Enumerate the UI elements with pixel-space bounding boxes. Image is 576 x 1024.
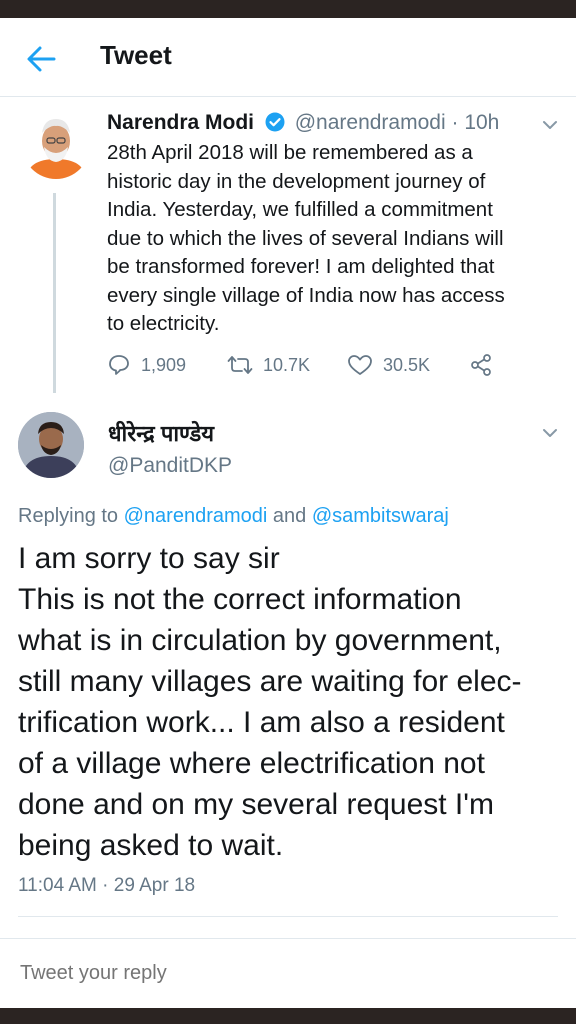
tweet-text-line: due to which the lives of several Indian… xyxy=(107,226,504,250)
tweet-text-line: historic day in the development journey … xyxy=(107,169,486,193)
author-handle[interactable]: @narendramodi xyxy=(295,111,446,134)
reply-input[interactable] xyxy=(18,961,562,986)
reply-icon xyxy=(109,355,129,375)
retweet-icon xyxy=(227,356,253,374)
tweet-text-line: This is not the correct information xyxy=(18,583,462,616)
thread-line xyxy=(53,193,56,393)
tweet-timestamp[interactable]: 11:04 AM · 29 Apr 18 xyxy=(18,875,195,897)
mention-link[interactable]: @narendramodi xyxy=(124,505,268,527)
parent-tweet[interactable]: Narendra Modi @narendramodi · 10h 28th A… xyxy=(0,97,576,397)
navigation-bar xyxy=(0,1008,576,1024)
page-title: Tweet xyxy=(100,40,172,70)
like-action[interactable]: 30.5K xyxy=(347,353,430,377)
tweet-text-line: India. Yesterday, we fulfilled a commitm… xyxy=(107,198,493,221)
avatar[interactable] xyxy=(22,111,90,179)
avatar[interactable] xyxy=(18,412,84,478)
replying-prefix: Replying to xyxy=(18,505,124,527)
tweet-text-line: trification work... I am also a resident xyxy=(18,706,505,739)
tweet-text: 28th April 2018 will be remembered as a … xyxy=(107,139,552,339)
tweet-text-line: what is in circulation by government, xyxy=(18,624,502,657)
share-icon xyxy=(471,354,491,376)
tweet-text-line: of a village where electrification not xyxy=(18,747,485,780)
reply-count: 1,909 xyxy=(141,354,187,375)
chevron-down-icon[interactable] xyxy=(542,427,558,439)
chevron-down-icon[interactable] xyxy=(542,119,558,131)
tweet-text-line: done and on my several request I'm xyxy=(18,788,494,821)
tweet-text: I am sorry to say sir This is not the co… xyxy=(18,538,566,866)
tweet-text-line: being asked to wait. xyxy=(18,829,284,862)
heart-icon xyxy=(348,355,372,375)
tweet-text-line: every single village of India now has ac… xyxy=(107,283,505,307)
tweet-time-ago: 10h xyxy=(464,111,500,134)
replying-and: and xyxy=(267,505,312,527)
tweet-author-row: Narendra Modi @narendramodi · 10h xyxy=(107,111,499,135)
verified-badge-icon xyxy=(265,112,285,132)
tweet-text-line: be transformed forever! I am delighted t… xyxy=(107,255,495,278)
reply-composer[interactable] xyxy=(0,938,576,1009)
tweet-text-line: still many villages are waiting for elec… xyxy=(18,665,522,698)
share-action[interactable] xyxy=(469,353,493,377)
author-name[interactable]: Narendra Modi xyxy=(107,111,254,134)
author-name[interactable]: धीरेन्द्र पाण्डेय xyxy=(108,418,214,448)
tweet-text-line: to electricity. xyxy=(107,312,220,335)
divider xyxy=(18,916,558,917)
replying-to: Replying to @narendramodi and @sambitswa… xyxy=(18,505,449,528)
reply-action[interactable]: 1,909 xyxy=(107,353,186,377)
tweet-text-line: 28th April 2018 will be remembered as a xyxy=(107,141,473,164)
status-bar xyxy=(0,0,576,18)
like-count: 30.5K xyxy=(383,354,431,375)
tweet-text-line: I am sorry to say sir xyxy=(18,542,280,575)
author-handle[interactable]: @PanditDKP xyxy=(108,454,232,478)
mention-link[interactable]: @sambitswaraj xyxy=(312,505,449,527)
retweet-count: 10.7K xyxy=(263,354,311,375)
time-separator: · xyxy=(451,111,459,134)
back-arrow-icon[interactable] xyxy=(24,42,58,76)
retweet-action[interactable]: 10.7K xyxy=(227,353,310,377)
app-header: Tweet xyxy=(0,18,576,97)
